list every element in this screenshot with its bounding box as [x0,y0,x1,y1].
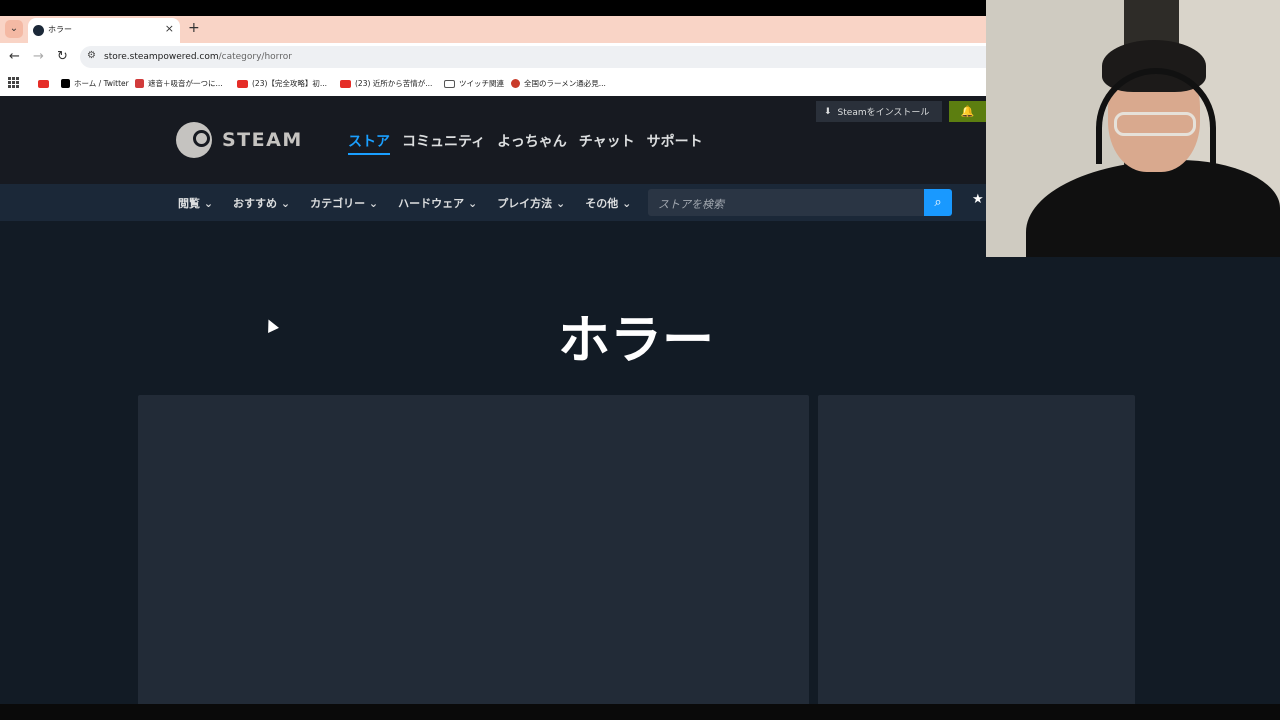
notifications-button[interactable]: 🔔 [949,101,986,122]
url-text: store.steampowered.com/category/horror [104,52,292,62]
address-bar[interactable]: ⚙ store.steampowered.com/category/horror [80,46,986,68]
shop-icon [135,79,144,88]
nav-chat[interactable]: チャット [579,131,635,155]
site-info-icon[interactable]: ⚙ [87,50,96,61]
nav-profile[interactable]: よっちゃん [497,131,567,155]
ramen-icon [511,79,520,88]
glasses-icon [1114,112,1196,136]
featured-carousel-placeholder[interactable] [138,395,809,704]
nav-support[interactable]: サポート [647,131,703,155]
subnav-categories[interactable]: カテゴリー ⌄ [310,195,378,211]
steam-logo-icon [176,122,212,158]
nav-store[interactable]: ストア [348,131,390,155]
bookmark-item[interactable]: (23) 近所から苦情が... [340,71,432,96]
bell-icon: 🔔 [960,105,975,118]
bookmarks-bar: ホーム / Twitter 遮音＋吸音が一つに... (23)【完全攻略】初..… [0,71,986,96]
main-nav: ストア コミュニティ よっちゃん チャット サポート [348,131,703,155]
browser-tabstrip: ⌄ ホラー × + [0,16,986,43]
browser-toolbar: ← → ↻ ⚙ store.steampowered.com/category/… [0,43,986,71]
steam-logo[interactable]: STEAM [176,122,303,158]
search-button[interactable]: ⌕ [924,189,952,216]
bookmark-folder[interactable]: ツイッチ関連 [444,71,504,96]
bookmark-item[interactable]: (23)【完全攻略】初... [237,71,327,96]
back-button[interactable]: ← [9,49,20,64]
nav-community[interactable]: コミュニティ [402,131,485,155]
steam-favicon-icon [33,25,44,36]
subnav-browse[interactable]: 閲覧 ⌄ [178,195,213,211]
subnav-ways-to-play[interactable]: プレイ方法 ⌄ [497,195,565,211]
forward-button[interactable]: → [33,49,44,64]
x-twitter-icon [61,79,70,88]
webcam-overlay [986,0,1280,257]
browser-tab[interactable]: ホラー × [28,18,180,43]
reload-button[interactable]: ↻ [57,49,68,64]
subnav-other[interactable]: その他 ⌄ [585,195,631,211]
bookmark-item[interactable] [38,71,53,96]
tab-list-button[interactable]: ⌄ [5,20,23,38]
youtube-icon [237,79,248,88]
bottom-border [0,704,1280,720]
folder-icon [444,79,455,88]
bookmark-item[interactable]: 遮音＋吸音が一つに... [135,71,223,96]
youtube-icon [38,79,49,88]
download-icon: ⬇ [824,106,832,117]
subnav-hardware[interactable]: ハードウェア ⌄ [398,195,477,211]
install-steam-button[interactable]: ⬇ Steamをインストール [816,101,942,122]
tab-title: ホラー [48,25,72,34]
wishlist-star-icon[interactable]: ★ [972,192,984,207]
new-tab-button[interactable]: + [188,20,200,36]
tab-close-icon[interactable]: × [165,22,174,35]
side-panel-placeholder[interactable] [818,395,1135,704]
bookmark-item[interactable]: ホーム / Twitter [61,71,129,96]
page-title: ホラー [557,311,714,371]
apps-grid-icon[interactable] [8,77,19,88]
webcam-person-body [1026,160,1280,257]
search-icon: ⌕ [934,195,942,210]
steam-logo-text: STEAM [222,129,303,151]
bookmark-item[interactable]: 全国のラーメン通必見... [511,71,606,96]
subnav-recommended[interactable]: おすすめ ⌄ [233,195,290,211]
store-search-input[interactable]: ストアを検索 [648,189,924,216]
youtube-icon [340,79,351,88]
